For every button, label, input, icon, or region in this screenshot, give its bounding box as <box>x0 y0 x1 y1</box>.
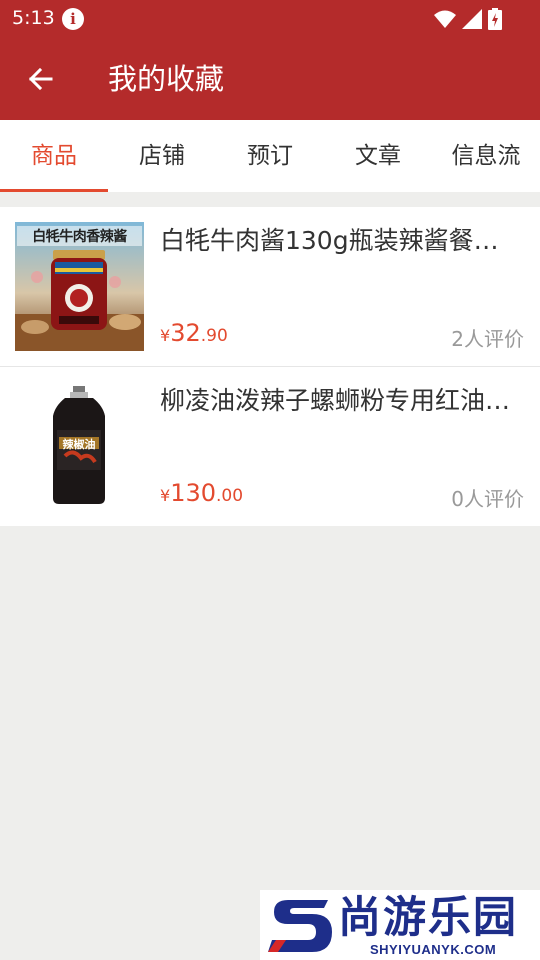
favorites-list: 白牦牛肉香辣酱 白牦牛肉酱130g瓶装辣酱餐… ¥32.90 2人评价 辣椒油 … <box>0 207 540 526</box>
currency-symbol: ¥ <box>160 486 171 505</box>
tab-shops[interactable]: 店铺 <box>108 120 216 192</box>
info-icon: i <box>62 8 84 30</box>
watermark: 尚游乐园 SHYIYUANYK.COM <box>260 890 540 960</box>
battery-icon <box>488 8 502 30</box>
product-price: ¥32.90 <box>160 319 228 347</box>
currency-symbol: ¥ <box>160 326 171 345</box>
image-caption: 辣椒油 <box>62 438 96 451</box>
tab-bar: 商品 店铺 预订 文章 信息流 <box>0 120 540 192</box>
status-bar: 5:13 i <box>0 0 540 38</box>
product-image: 辣椒油 <box>15 382 144 511</box>
status-icons <box>434 8 502 30</box>
list-item[interactable]: 辣椒油 柳凌油泼辣子螺蛳粉专用红油… ¥130.00 0人评价 <box>0 367 540 526</box>
list-item[interactable]: 白牦牛肉香辣酱 白牦牛肉酱130g瓶装辣酱餐… ¥32.90 2人评价 <box>0 207 540 367</box>
tab-articles[interactable]: 文章 <box>324 120 432 192</box>
back-button[interactable] <box>14 53 66 105</box>
watermark-brand: 尚游乐园 <box>338 893 518 943</box>
product-title: 柳凌油泼辣子螺蛳粉专用红油… <box>160 386 511 415</box>
price-decimal: .00 <box>216 486 244 506</box>
price-integer: 130 <box>170 479 216 507</box>
tab-products[interactable]: 商品 <box>0 120 108 192</box>
wifi-icon <box>434 10 456 28</box>
product-title: 白牦牛肉酱130g瓶装辣酱餐… <box>160 226 499 255</box>
page-title: 我的收藏 <box>108 62 225 96</box>
product-image: 白牦牛肉香辣酱 <box>15 222 144 351</box>
tab-feed[interactable]: 信息流 <box>432 120 540 192</box>
watermark-logo-icon <box>268 900 332 952</box>
app-bar: 我的收藏 <box>0 38 540 120</box>
product-price: ¥130.00 <box>160 479 243 507</box>
status-time: 5:13 <box>12 7 55 29</box>
price-integer: 32 <box>170 319 201 347</box>
tab-reservations[interactable]: 预订 <box>216 120 324 192</box>
image-caption: 白牦牛肉香辣酱 <box>17 226 142 246</box>
arrow-left-icon <box>28 67 53 91</box>
cell-signal-icon <box>462 9 482 29</box>
review-count: 0人评价 <box>451 487 524 511</box>
review-count: 2人评价 <box>451 327 524 351</box>
price-decimal: .90 <box>200 326 228 346</box>
watermark-url: SHYIYUANYK.COM <box>370 942 497 957</box>
